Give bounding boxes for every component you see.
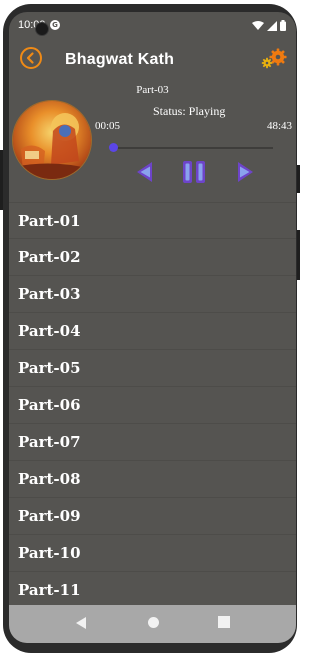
list-item[interactable]: Part-01	[9, 202, 296, 239]
previous-icon[interactable]	[131, 158, 159, 186]
system-icons	[252, 20, 286, 31]
wifi-icon	[252, 20, 264, 30]
list-item[interactable]: Part-05	[9, 350, 296, 387]
current-time: 00:05	[95, 120, 121, 132]
list-item[interactable]: Part-03	[9, 276, 296, 313]
list-item[interactable]: Part-06	[9, 387, 296, 424]
parts-list: Part-01 Part-02 Part-03 Part-04 Part-05 Part-…	[9, 202, 296, 609]
seek-bar[interactable]	[113, 147, 273, 149]
phone-frame: 10:09 G Bhagwat Kath Part-03 Status: Pla…	[3, 4, 297, 653]
nav-home-icon[interactable]	[147, 616, 160, 629]
side-button	[297, 230, 300, 280]
seek-thumb[interactable]	[108, 143, 118, 152]
app-header: Bhagwat Kath	[9, 44, 296, 78]
camera-cutout	[35, 22, 49, 36]
playback-status: Status: Playing	[153, 104, 226, 118]
power-button	[297, 165, 300, 193]
navigation-bar	[9, 605, 296, 643]
nav-recents-icon[interactable]	[218, 616, 230, 628]
album-art-image	[12, 100, 92, 180]
app-screen: 10:09 G Bhagwat Kath Part-03 Status: Pla…	[9, 12, 296, 643]
battery-icon	[280, 20, 286, 31]
list-item[interactable]: Part-11	[9, 572, 296, 609]
page-title: Bhagwat Kath	[65, 51, 175, 68]
signal-icon	[267, 20, 277, 31]
pause-icon[interactable]	[180, 158, 208, 186]
now-playing-title: Part-03	[136, 84, 169, 96]
nav-back-icon[interactable]	[75, 616, 87, 630]
chevron-left-icon	[26, 52, 34, 64]
list-item[interactable]: Part-10	[9, 535, 296, 572]
list-item[interactable]: Part-04	[9, 313, 296, 350]
total-time: 48:43	[266, 120, 292, 132]
list-item[interactable]: Part-09	[9, 498, 296, 535]
list-item[interactable]: Part-02	[9, 239, 296, 276]
status-bar: 10:09 G	[9, 12, 296, 38]
next-icon[interactable]	[231, 158, 259, 186]
settings-gear-icon[interactable]	[260, 46, 288, 70]
volume-button	[0, 150, 3, 210]
list-item[interactable]: Part-07	[9, 424, 296, 461]
notification-icon: G	[50, 20, 60, 30]
list-item[interactable]: Part-08	[9, 461, 296, 498]
back-button[interactable]	[20, 47, 42, 69]
